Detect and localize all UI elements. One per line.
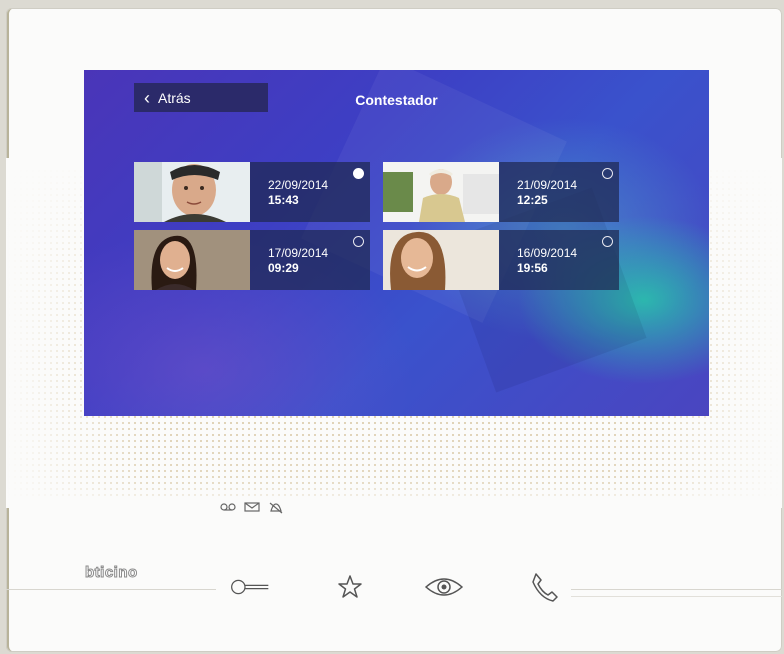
divider-line bbox=[6, 589, 216, 590]
message-date: 21/09/2014 bbox=[517, 178, 578, 192]
bell-muted-icon bbox=[269, 502, 283, 514]
selection-radio[interactable] bbox=[602, 168, 613, 179]
favorites-button[interactable] bbox=[330, 572, 370, 602]
door-lock-button[interactable] bbox=[230, 572, 270, 602]
message-item[interactable]: 16/09/2014 19:56 bbox=[383, 230, 619, 290]
message-item[interactable]: 21/09/2014 12:25 bbox=[383, 162, 619, 222]
phone-icon bbox=[532, 573, 558, 602]
selection-radio[interactable] bbox=[353, 236, 364, 247]
intercom-device: ‹ Atrás Contestador 22/09/2014 15:43 21/… bbox=[6, 8, 782, 652]
message-item[interactable]: 17/09/2014 09:29 bbox=[134, 230, 370, 290]
message-time: 09:29 bbox=[268, 261, 299, 275]
envelope-icon bbox=[244, 502, 260, 512]
call-button[interactable] bbox=[524, 572, 564, 602]
message-time: 15:43 bbox=[268, 193, 299, 207]
message-date: 17/09/2014 bbox=[268, 246, 329, 260]
visitor-photo bbox=[383, 230, 499, 290]
touch-screen: ‹ Atrás Contestador 22/09/2014 15:43 21/… bbox=[84, 70, 709, 416]
brand-logo: bticino bbox=[85, 564, 138, 582]
message-time: 19:56 bbox=[517, 261, 548, 275]
divider-line bbox=[571, 596, 782, 597]
status-indicators bbox=[220, 502, 284, 514]
message-date: 22/09/2014 bbox=[268, 178, 329, 192]
key-icon bbox=[231, 579, 269, 595]
visitor-photo bbox=[134, 162, 250, 222]
eye-icon bbox=[424, 578, 464, 596]
message-date: 16/09/2014 bbox=[517, 246, 578, 260]
selection-radio[interactable] bbox=[602, 236, 613, 247]
page-title: Contestador bbox=[355, 92, 438, 108]
selection-radio[interactable] bbox=[353, 168, 364, 179]
star-icon bbox=[338, 575, 362, 598]
divider-line bbox=[571, 589, 782, 590]
message-time: 12:25 bbox=[517, 193, 548, 207]
visitor-photo bbox=[134, 230, 250, 290]
message-item[interactable]: 22/09/2014 15:43 bbox=[134, 162, 370, 222]
voicemail-icon bbox=[220, 503, 236, 511]
visitor-photo bbox=[383, 162, 499, 222]
camera-view-button[interactable] bbox=[424, 572, 464, 602]
